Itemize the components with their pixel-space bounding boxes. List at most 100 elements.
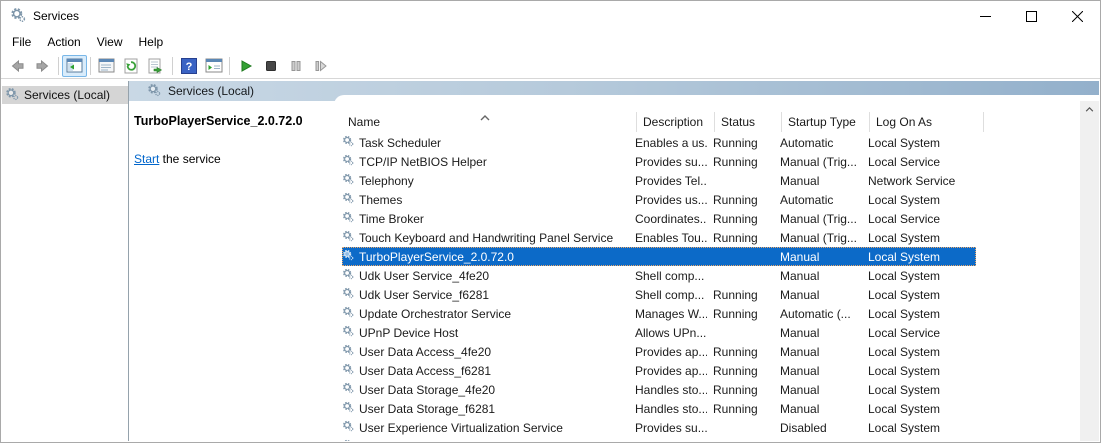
- service-status: Running: [707, 231, 774, 245]
- title-bar: Services: [1, 1, 1100, 31]
- service-log-on-as: Local System: [862, 421, 976, 435]
- toolbar-separator: [90, 57, 91, 75]
- stop-service-button[interactable]: [258, 55, 283, 77]
- service-log-on-as: Local Service: [862, 326, 976, 340]
- vertical-scrollbar[interactable]: [1080, 101, 1099, 441]
- service-name: TurboPlayerService_2.0.72.0: [359, 250, 514, 264]
- column-header-description[interactable]: Description: [637, 112, 715, 132]
- service-status: Running: [707, 345, 774, 359]
- refresh-icon: [123, 58, 140, 74]
- menu-action[interactable]: Action: [39, 33, 88, 51]
- table-row[interactable]: Udk User Service_f6281 Shell comp... Run…: [342, 285, 976, 304]
- help-button[interactable]: ?: [176, 55, 201, 77]
- back-button[interactable]: [5, 55, 30, 77]
- services-app-icon: [10, 7, 26, 26]
- service-description: User Manag...: [629, 440, 707, 442]
- toolbar-separator: [229, 57, 230, 75]
- show-extended-view-button[interactable]: [201, 55, 226, 77]
- sort-ascending-icon: [480, 111, 490, 124]
- service-log-on-as: Local System: [862, 288, 976, 302]
- tree-item-services-local[interactable]: Services (Local): [2, 86, 128, 104]
- service-name: Task Scheduler: [359, 136, 441, 150]
- menu-bar: File Action View Help: [1, 31, 1100, 53]
- start-service-button[interactable]: [233, 55, 258, 77]
- extended-task-pane: TurboPlayerService_2.0.72.0 Start the se…: [129, 101, 334, 441]
- table-row[interactable]: User Data Access_f6281 Provides ap... Ru…: [342, 361, 976, 380]
- forward-icon: [34, 58, 51, 74]
- service-name: Themes: [359, 193, 402, 207]
- service-gear-icon: [342, 211, 354, 226]
- service-gear-icon: [342, 325, 354, 340]
- service-log-on-as: Local Service: [862, 212, 976, 226]
- service-log-on-as: Local System: [862, 307, 976, 321]
- service-status: Running: [707, 136, 774, 150]
- table-row[interactable]: TurboPlayerService_2.0.72.0 Manual Local…: [342, 247, 976, 266]
- content-area: Services (Local) TurboPlayerService_2.0.…: [129, 81, 1099, 441]
- service-description: Handles sto...: [629, 383, 707, 397]
- service-description: Enables Tou...: [629, 231, 707, 245]
- service-name: Udk User Service_4fe20: [359, 269, 489, 283]
- export-list-icon: [148, 58, 166, 74]
- service-startup-type: Manual: [774, 402, 862, 416]
- refresh-button[interactable]: [119, 55, 144, 77]
- table-row[interactable]: Update Orchestrator Service Manages W...…: [342, 304, 976, 323]
- service-status: Running: [707, 212, 774, 226]
- start-service-link[interactable]: Start: [134, 152, 159, 166]
- table-row[interactable]: Telephony Provides Tel... Manual Network…: [342, 171, 976, 190]
- service-gear-icon: [342, 192, 354, 207]
- table-row[interactable]: TCP/IP NetBIOS Helper Provides su... Run…: [342, 152, 976, 171]
- service-description: Provides su...: [629, 421, 707, 435]
- column-header-log-on-as[interactable]: Log On As: [870, 112, 984, 132]
- service-description: Handles sto...: [629, 402, 707, 416]
- table-row[interactable]: UPnP Device Host Allows UPn... Manual Lo…: [342, 323, 976, 342]
- tree-item-label: Services (Local): [24, 88, 110, 102]
- close-button[interactable]: [1054, 1, 1100, 31]
- table-row[interactable]: User Data Storage_4fe20 Handles sto... R…: [342, 380, 976, 399]
- menu-view[interactable]: View: [89, 33, 131, 51]
- service-status: Running: [707, 193, 774, 207]
- service-startup-type: Manual (Trig...: [774, 231, 862, 245]
- service-log-on-as: Local System: [862, 193, 976, 207]
- table-row[interactable]: Touch Keyboard and Handwriting Panel Ser…: [342, 228, 976, 247]
- column-header-status[interactable]: Status: [715, 112, 782, 132]
- restart-service-button[interactable]: [308, 55, 333, 77]
- menu-help[interactable]: Help: [131, 33, 172, 51]
- services-node-icon: [5, 87, 19, 104]
- forward-button[interactable]: [30, 55, 55, 77]
- column-header-startup-type[interactable]: Startup Type: [782, 112, 870, 132]
- pane-header-title: Services (Local): [168, 84, 254, 98]
- show-console-tree-button[interactable]: [62, 55, 87, 77]
- pause-service-button[interactable]: [283, 55, 308, 77]
- table-row[interactable]: User Data Storage_f6281 Handles sto... R…: [342, 399, 976, 418]
- service-description: Provides us...: [629, 193, 707, 207]
- service-log-on-as: Local System: [862, 345, 976, 359]
- service-status: Running: [707, 307, 774, 321]
- service-name: User Data Storage_f6281: [359, 402, 495, 416]
- service-name: UPnP Device Host: [359, 326, 458, 340]
- service-startup-type: Manual: [774, 345, 862, 359]
- maximize-button[interactable]: [1008, 1, 1054, 31]
- services-local-tab[interactable]: Services (Local): [129, 81, 254, 101]
- table-row[interactable]: Task Scheduler Enables a us... Running A…: [342, 133, 976, 152]
- menu-file[interactable]: File: [4, 33, 39, 51]
- table-row[interactable]: Time Broker Coordinates... Running Manua…: [342, 209, 976, 228]
- properties-button[interactable]: [94, 55, 119, 77]
- help-icon: ?: [181, 58, 197, 74]
- scroll-up-arrow[interactable]: [1080, 101, 1099, 118]
- service-status: Running: [707, 440, 774, 442]
- table-row[interactable]: Themes Provides us... Running Automatic …: [342, 190, 976, 209]
- table-row[interactable]: Udk User Service_4fe20 Shell comp... Man…: [342, 266, 976, 285]
- service-startup-type: Manual: [774, 383, 862, 397]
- service-log-on-as: Local System: [862, 136, 976, 150]
- minimize-button[interactable]: [962, 1, 1008, 31]
- export-list-button[interactable]: [144, 55, 169, 77]
- service-log-on-as: Local System: [862, 364, 976, 378]
- table-row[interactable]: User Data Access_4fe20 Provides ap... Ru…: [342, 342, 976, 361]
- service-action-text: Start the service: [134, 152, 324, 166]
- service-startup-type: Manual: [774, 269, 862, 283]
- service-startup-type: Disabled: [774, 421, 862, 435]
- table-row[interactable]: User Experience Virtualization Service P…: [342, 418, 976, 437]
- table-row[interactable]: User Manager User Manag... Running Autom…: [342, 437, 976, 441]
- console-tree-pane: Services (Local): [2, 81, 128, 441]
- service-startup-type: Manual: [774, 174, 862, 188]
